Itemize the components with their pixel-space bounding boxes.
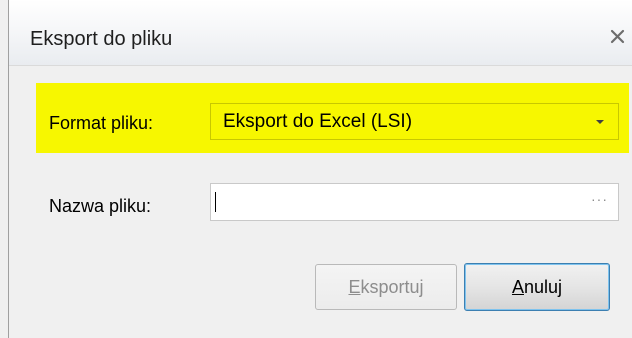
format-dropdown[interactable]: Eksport do Excel (LSI)	[210, 103, 619, 140]
format-label: Format pliku:	[49, 113, 154, 133]
chevron-down-icon	[596, 120, 604, 124]
title-bar: Eksport do pliku	[9, 0, 632, 65]
cancel-mnemonic: A	[511, 276, 524, 297]
export-label-rest: ksportuj	[360, 276, 424, 297]
export-button[interactable]: Eksportuj	[315, 264, 457, 310]
text-caret	[215, 192, 216, 212]
export-dialog: Eksport do pliku Format pliku: Eksport d…	[0, 0, 632, 338]
filename-input[interactable]: ···	[210, 183, 619, 221]
filename-label: Nazwa pliku:	[49, 196, 152, 216]
close-icon[interactable]	[607, 26, 629, 48]
dialog-title: Eksport do pliku	[30, 28, 173, 50]
cancel-button[interactable]: Anuluj	[464, 263, 610, 311]
dialog-body: Format pliku: Eksport do Excel (LSI) Naz…	[9, 66, 632, 338]
format-selected-value: Eksport do Excel (LSI)	[223, 111, 413, 132]
export-mnemonic: E	[348, 276, 361, 297]
cancel-label-rest: nuluj	[523, 276, 563, 297]
browse-ellipsis-button[interactable]: ···	[591, 191, 608, 207]
